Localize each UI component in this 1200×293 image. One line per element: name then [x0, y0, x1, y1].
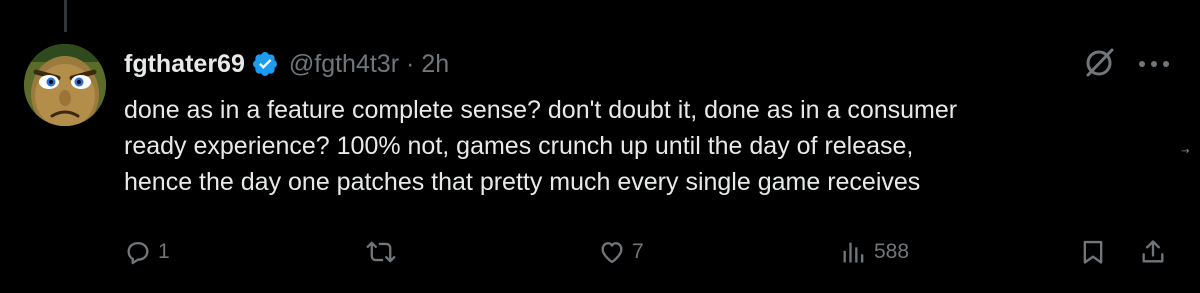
author-display-name[interactable]: fgthater69: [124, 50, 245, 79]
analytics-icon: [843, 242, 864, 263]
repost-button[interactable]: [366, 232, 402, 272]
avatar[interactable]: [24, 44, 106, 126]
like-count: 7: [632, 240, 644, 263]
reply-button[interactable]: 1: [124, 232, 170, 272]
thread-line: [64, 0, 67, 32]
author-handle[interactable]: @fgth4t3r: [289, 50, 399, 79]
timestamp[interactable]: 2h: [421, 50, 449, 79]
action-bar: 1 7 588: [0, 232, 1200, 272]
grok-icon[interactable]: [1083, 45, 1117, 79]
bookmark-icon: [1083, 240, 1103, 264]
reply-icon: [127, 242, 149, 265]
separator-dot: ·: [406, 49, 415, 78]
tweet-text: done as in a feature complete sense? don…: [124, 96, 958, 196]
heart-icon: [601, 242, 623, 264]
tweet-header: fgthater69 @fgth4t3r · 2h: [124, 44, 449, 84]
more-options-icon[interactable]: [1137, 60, 1171, 68]
like-button[interactable]: 7: [598, 232, 644, 272]
tweet[interactable]: fgthater69 @fgth4t3r · 2h done as in a f…: [0, 0, 1200, 293]
side-arrow-icon: →: [1181, 146, 1190, 157]
share-button[interactable]: [1139, 232, 1167, 272]
cartoon-face-avatar-icon: [24, 44, 106, 126]
view-count: 588: [874, 240, 910, 263]
reply-count: 1: [158, 240, 170, 263]
repost-icon: [366, 241, 396, 263]
bookmark-button[interactable]: [1079, 232, 1107, 272]
share-icon: [1142, 240, 1164, 263]
views-button[interactable]: 588: [840, 232, 909, 272]
verified-badge-icon[interactable]: [251, 50, 279, 78]
